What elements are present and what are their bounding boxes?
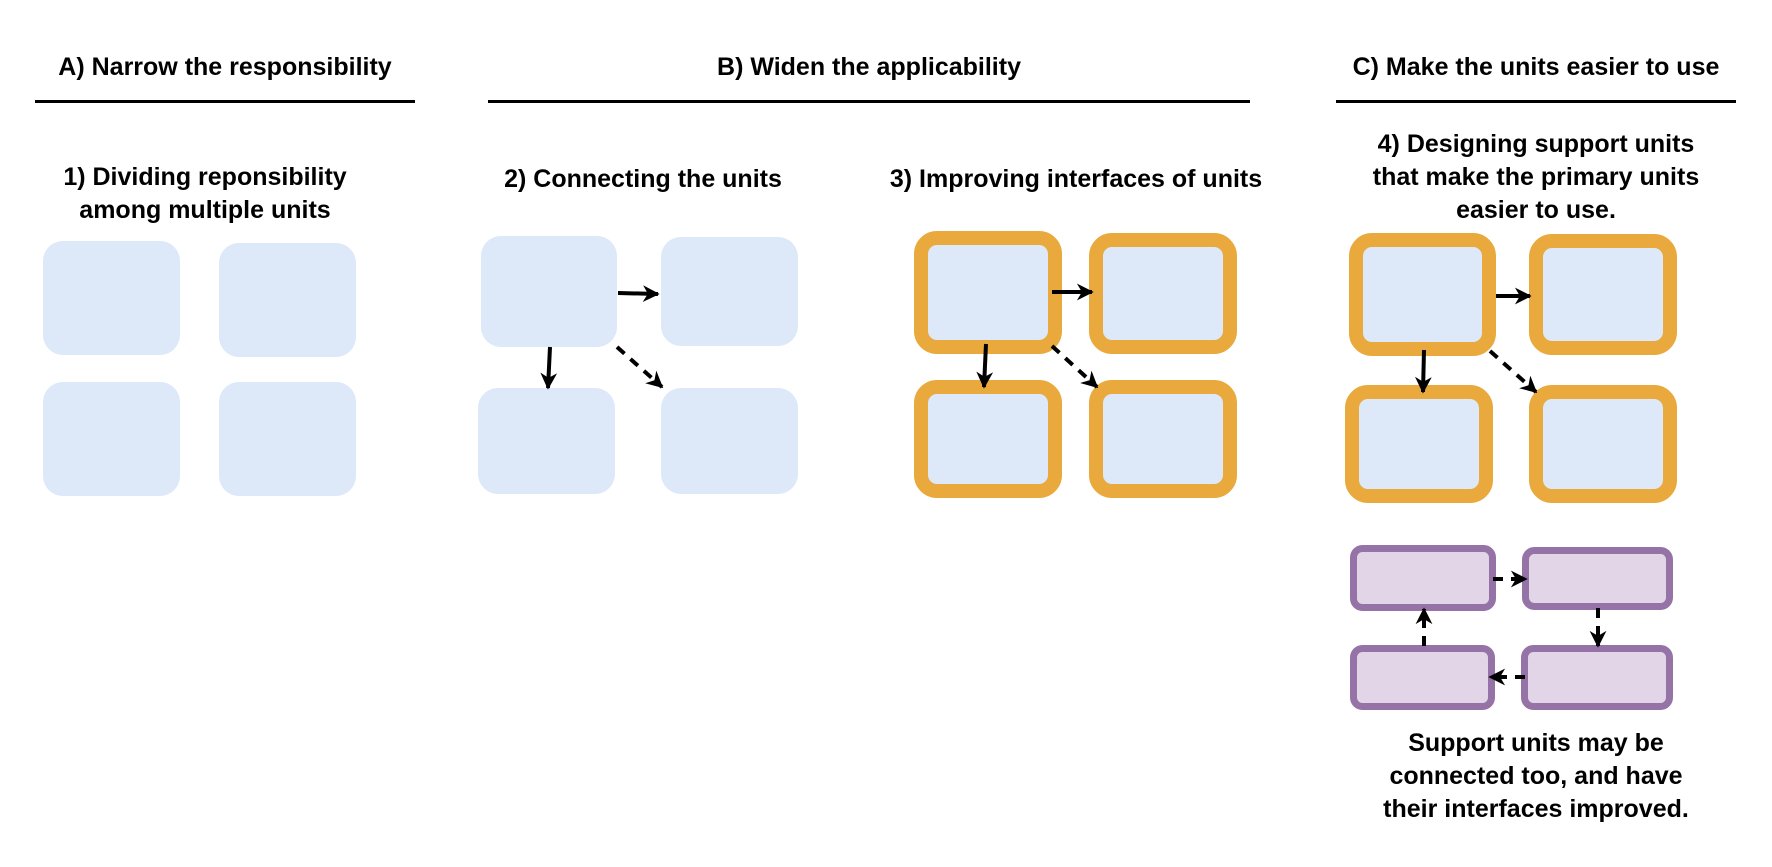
support-unit — [1350, 545, 1496, 611]
primary-unit — [219, 243, 356, 357]
primary-unit-with-interface — [1349, 233, 1496, 356]
primary-unit — [481, 236, 617, 347]
primary-unit-with-interface — [914, 231, 1062, 354]
solid-arrow — [1414, 349, 1432, 394]
diagram-canvas — [43, 231, 1677, 710]
solid-arrow — [540, 346, 558, 390]
diagram-dividing-responsibility — [43, 241, 356, 496]
diagram-support-primary-units — [1345, 233, 1677, 503]
dashed-arrow — [1050, 344, 1099, 389]
support-unit — [1350, 645, 1495, 710]
diagram-improving-interfaces — [914, 231, 1237, 498]
primary-unit — [43, 241, 180, 355]
support-unit — [1522, 547, 1673, 610]
primary-unit — [661, 237, 798, 346]
primary-unit — [661, 388, 798, 494]
dashed-arrow — [1488, 349, 1538, 394]
primary-unit-with-interface — [1529, 385, 1677, 503]
primary-unit-with-interface — [914, 380, 1062, 498]
primary-unit — [478, 388, 615, 494]
primary-unit — [219, 382, 356, 496]
primary-unit — [43, 382, 180, 496]
solid-arrow — [617, 285, 660, 303]
primary-unit-with-interface — [1089, 380, 1237, 498]
diagram-connecting-units — [478, 236, 798, 494]
primary-unit-with-interface — [1089, 233, 1237, 354]
primary-unit-with-interface — [1529, 234, 1677, 355]
dashed-arrow — [615, 345, 664, 389]
solid-arrow — [976, 343, 994, 389]
diagram-support-units — [1350, 545, 1673, 710]
primary-unit-with-interface — [1345, 385, 1493, 503]
support-unit — [1521, 645, 1673, 710]
